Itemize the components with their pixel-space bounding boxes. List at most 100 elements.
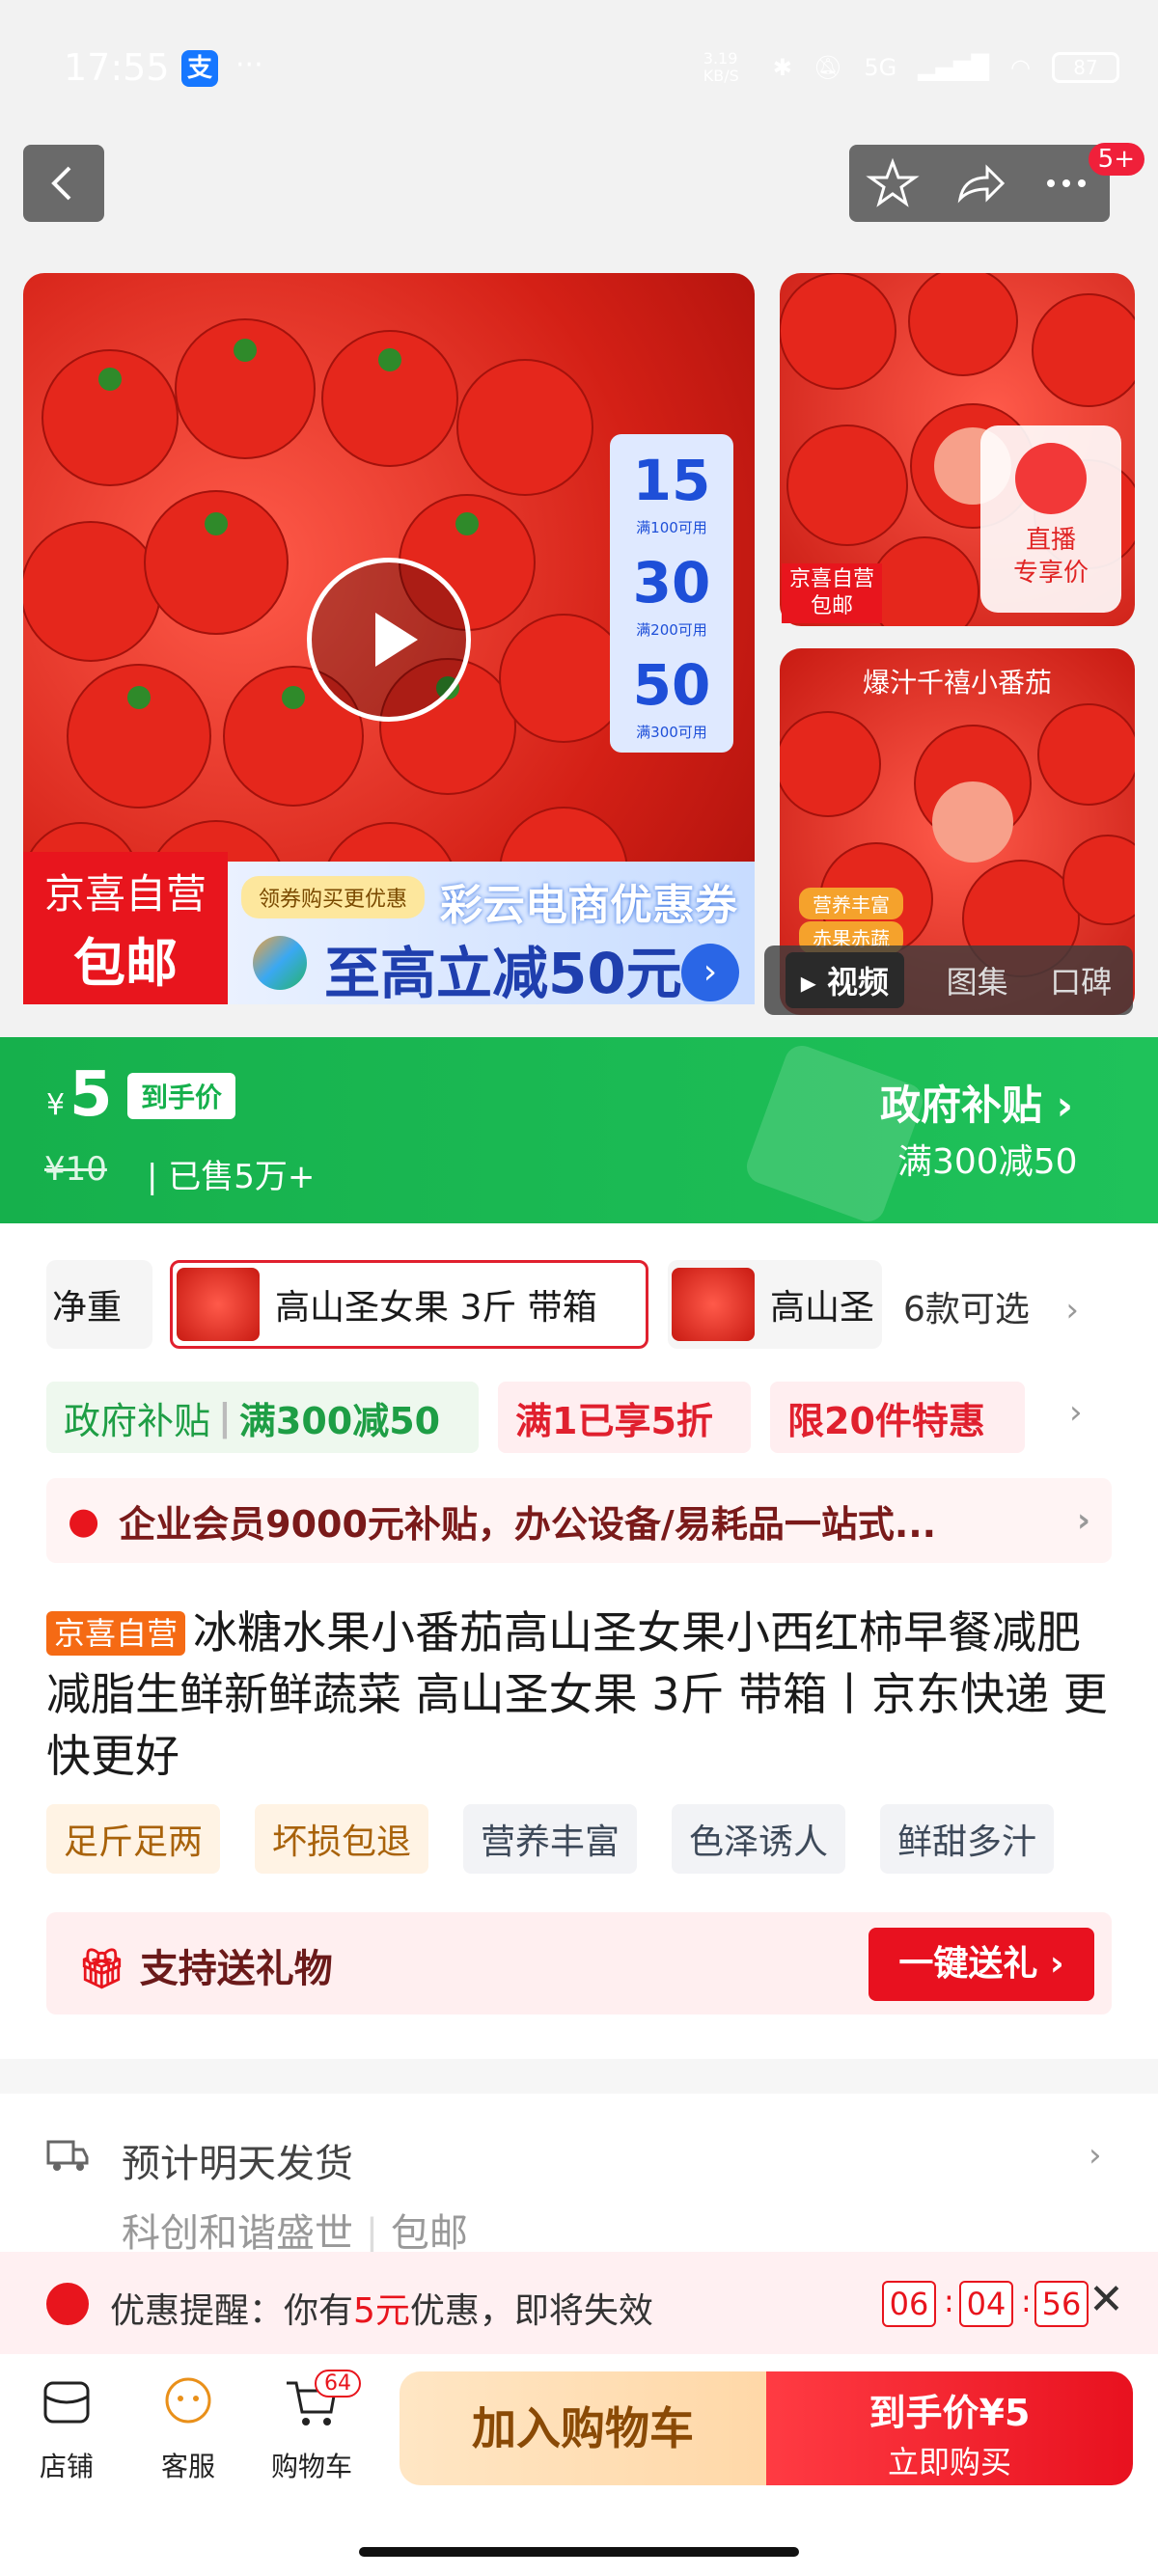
live-price-badge[interactable]: 直播 专享价	[980, 425, 1121, 613]
coupon-cond-3: 满300可用	[636, 724, 707, 741]
bluetooth-icon: ✱	[772, 54, 792, 81]
signal-label: 5G	[864, 54, 897, 81]
coupon-cond-2: 满200可用	[636, 621, 707, 639]
product-title: 京喜自营 冰糖水果小番茄高山圣女果小西红柿早餐减肥减脂生鲜新鲜蔬菜 高山圣女果 3…	[46, 1602, 1112, 1787]
add-to-cart-button[interactable]: 加入购物车	[400, 2371, 766, 2485]
store-label: 店铺	[39, 2451, 94, 2482]
chevron-right-icon: ›	[1065, 1291, 1079, 1329]
message-badge: 5+	[1088, 143, 1144, 176]
chevron-right-icon[interactable]: ›	[1089, 2136, 1102, 2175]
alipay-icon: 支	[181, 50, 218, 87]
chevron-right-icon: ›	[1076, 1501, 1090, 1540]
coupon-value-3: 50	[632, 652, 711, 718]
coupon-banner-title: 彩云电商优惠券	[440, 881, 737, 930]
side1-tag: 京喜自营 包邮	[782, 563, 882, 623]
ship-origin: 科创和谐盛世	[122, 2211, 353, 2256]
store-icon	[43, 2381, 90, 2424]
mute-icon: 🔕︎	[813, 54, 843, 81]
truck-icon	[46, 2136, 89, 2179]
more-icon[interactable]	[1037, 154, 1095, 212]
battery-icon: 87	[1052, 52, 1119, 83]
final-price-tag: 到手价	[127, 1073, 236, 1119]
variant-more[interactable]: 6款可选 ›	[903, 1281, 1079, 1331]
coupon-value-1: 15	[632, 448, 711, 513]
gov-subsidy-title[interactable]: 政府补贴 ›	[880, 1073, 1073, 1132]
gov-subsidy-detail: 满300减50	[897, 1142, 1078, 1182]
gift-label-text: 支持送礼物	[139, 1947, 333, 1991]
side1-tag-l1: 京喜自营	[788, 567, 874, 591]
countdown-hours: 06	[882, 2281, 936, 2327]
send-gift-button[interactable]: 一键送礼 ›	[868, 1928, 1094, 2001]
cart-label: 购物车	[270, 2451, 352, 2482]
reminder-prefix: 优惠提醒：你有	[110, 2291, 354, 2331]
net-speed: 3.19 KB/S	[703, 49, 739, 85]
buy-now-button[interactable]: 到手价¥5 立即购买	[766, 2371, 1133, 2485]
enterprise-text: 企业会员9000元补贴，办公设备/易耗品一站式...	[119, 1502, 937, 1546]
variant-label-2: 高山圣	[770, 1288, 875, 1328]
product-title-text: 冰糖水果小番茄高山圣女果小西红柿早餐减肥减脂生鲜新鲜蔬菜 高山圣女果 3斤 带箱…	[46, 1606, 1108, 1782]
variant-chip-0[interactable]: 净重	[46, 1260, 152, 1349]
tab-video[interactable]: ▸ 视频	[785, 952, 904, 1008]
live-line2: 专享价	[1012, 559, 1089, 588]
gift-label: 🎁︎ 支持送礼物	[77, 1937, 333, 1993]
user-icon: ●	[68, 1499, 100, 1542]
variant-chip-2[interactable]: 高山圣	[668, 1260, 882, 1349]
tab-video-label: 视频	[826, 964, 889, 1000]
buy-now-price: 到手价¥5	[868, 2392, 1031, 2434]
variant-label: 高山圣女果 3斤 带箱	[275, 1288, 597, 1328]
feature-tag-4: 色泽诱人	[672, 1804, 846, 1874]
sold-count: | 已售5万+	[147, 1158, 316, 1196]
promo-discount[interactable]: 满1已享5折	[498, 1382, 751, 1453]
chevron-left-icon	[51, 166, 71, 201]
variant-chip-selected[interactable]: 高山圣女果 3斤 带箱	[170, 1260, 648, 1349]
ship-free: 包邮	[390, 2211, 468, 2256]
play-video-button[interactable]	[307, 558, 471, 722]
side2-tag1: 营养丰富	[799, 888, 903, 919]
promo-gov-label: 政府补贴	[64, 1399, 211, 1442]
feature-tag-2: 坏损包退	[255, 1804, 429, 1874]
home-indicator[interactable]	[359, 2547, 799, 2557]
promo-gov[interactable]: 政府补贴 | 满300减50	[46, 1382, 479, 1453]
promo-gov-detail: 满300减50	[238, 1399, 441, 1442]
tab-gallery[interactable]: 图集	[947, 958, 1008, 1002]
reminder-suffix: 优惠，即将失效	[409, 2291, 653, 2331]
ship-location: 科创和谐盛世 | 包邮	[122, 2211, 468, 2256]
coupon-banner-hint: 领券购买更优惠	[241, 876, 426, 918]
side1-tag-l2: 包邮	[810, 594, 853, 618]
chevron-right-icon[interactable]: ›	[1069, 1393, 1083, 1432]
feature-tag-3: 营养丰富	[463, 1804, 638, 1874]
coupon-arrow-icon[interactable]: ›	[681, 944, 739, 1001]
coupon-banner-main: 至高立减50元	[324, 941, 682, 1006]
buy-now-label: 立即购买	[887, 2444, 1011, 2480]
tab-reviews[interactable]: 口碑	[1050, 958, 1112, 1002]
share-icon[interactable]	[951, 154, 1008, 212]
caiyun-logo-icon	[253, 936, 307, 990]
jx-self-tag: 京喜自营 包邮	[23, 852, 228, 1004]
nav-action-group	[849, 145, 1110, 222]
jx-tag-line1: 京喜自营	[43, 870, 207, 918]
ship-estimate[interactable]: 预计明天发货	[122, 2132, 353, 2188]
service-button[interactable]: 客服	[135, 2373, 241, 2484]
variant-thumb-2	[672, 1268, 755, 1341]
coupon-strip[interactable]: 15 满100可用 30 满200可用 50 满300可用	[610, 434, 733, 753]
gov-subsidy-label: 政府补贴	[880, 1082, 1043, 1129]
original-price: ¥10	[44, 1150, 107, 1189]
close-icon[interactable]: ✕	[1089, 2275, 1124, 2324]
price-value: 5	[69, 1059, 113, 1131]
countdown-minutes: 04	[959, 2281, 1013, 2327]
section-divider	[0, 2059, 1158, 2094]
variant-thumb	[177, 1268, 260, 1341]
media-tabs: ▸ 视频 图集 口碑	[764, 945, 1133, 1015]
self-operated-tag: 京喜自营	[46, 1611, 186, 1656]
enterprise-banner[interactable]: ● 企业会员9000元补贴，办公设备/易耗品一站式... ›	[46, 1478, 1112, 1563]
back-button[interactable]	[23, 145, 104, 222]
clock-icon	[46, 2283, 89, 2325]
coupon-cond-1: 满100可用	[636, 519, 707, 536]
countdown-seconds: 56	[1034, 2281, 1089, 2327]
favorite-star-icon[interactable]	[864, 154, 922, 212]
coupon-value-2: 30	[632, 550, 711, 616]
service-label: 客服	[160, 2451, 215, 2482]
promo-limited[interactable]: 限20件特惠	[770, 1382, 1025, 1453]
store-button[interactable]: 店铺	[14, 2373, 120, 2484]
live-line1: 直播	[1025, 526, 1076, 555]
